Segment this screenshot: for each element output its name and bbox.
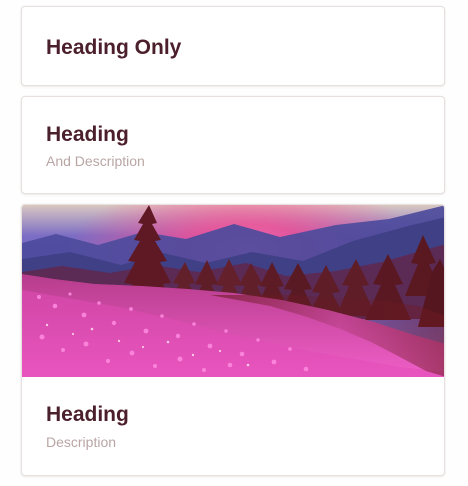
card-description: And Description <box>46 153 145 169</box>
card-title: Heading <box>46 403 129 426</box>
card-heading-only[interactable]: Heading Only <box>21 6 445 86</box>
card-description: Description <box>46 434 117 450</box>
card-image <box>22 205 444 377</box>
card-with-image[interactable]: Heading Description <box>21 204 445 476</box>
card-stack: Heading Only Heading And Description Hea… <box>0 0 468 486</box>
card-title: Heading <box>46 123 129 146</box>
card-heading-description[interactable]: Heading And Description <box>21 96 445 194</box>
card-title: Heading Only <box>46 36 182 59</box>
